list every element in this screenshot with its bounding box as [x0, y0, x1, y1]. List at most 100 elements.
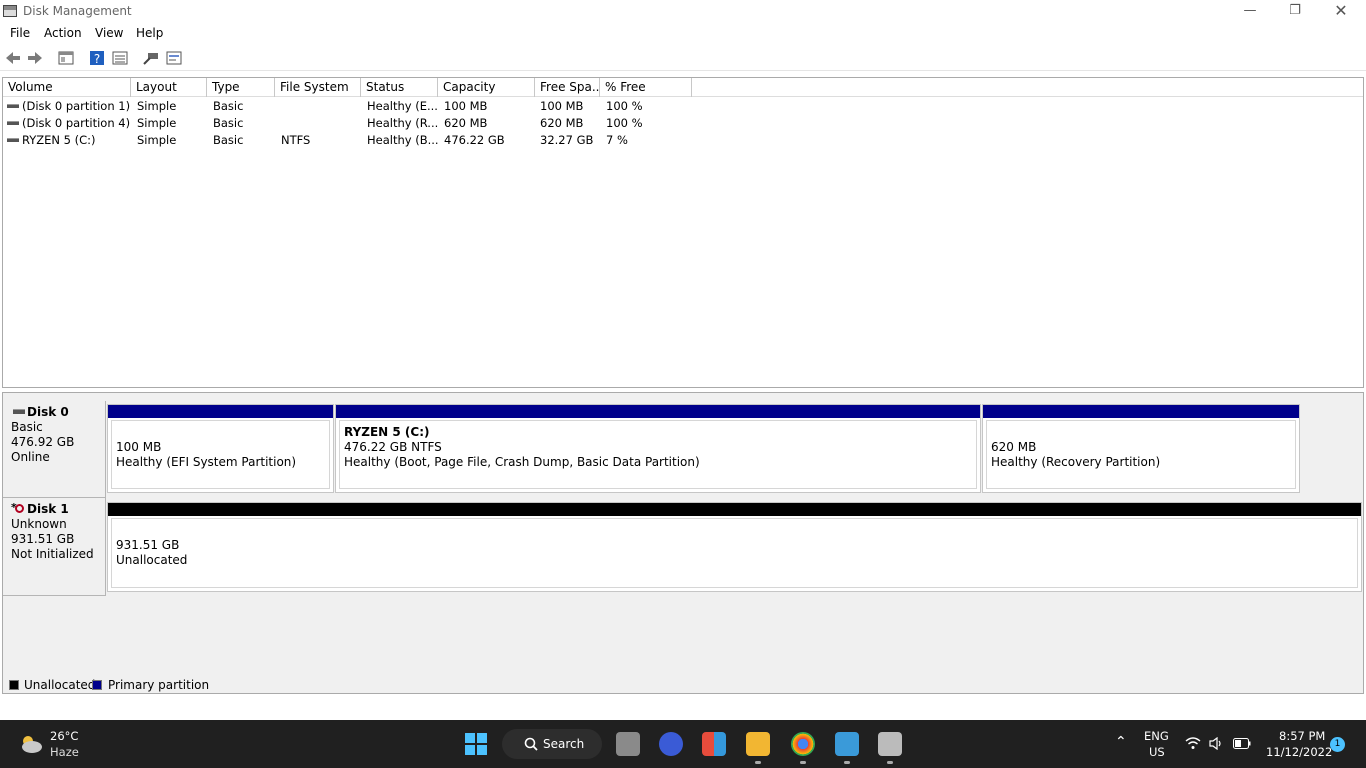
search-icon: [524, 737, 538, 751]
volume-row[interactable]: (Disk 0 partition 4) Simple Basic Health…: [3, 115, 1363, 132]
clock-date[interactable]: 11/12/2022: [1266, 745, 1332, 759]
disk-0-partition-recovery[interactable]: 620 MB Healthy (Recovery Partition): [982, 404, 1300, 493]
disk-0-name: Disk 0: [27, 405, 69, 419]
list-view-icon[interactable]: [112, 50, 128, 66]
volume-type: Basic: [213, 133, 244, 147]
volume-status: Healthy (E...: [367, 99, 438, 113]
column-type[interactable]: Type: [207, 78, 275, 97]
menu-file[interactable]: File: [10, 26, 30, 40]
disk-0-label[interactable]: Disk 0 Basic 476.92 GB Online: [3, 401, 106, 498]
primary-partition-bar: [983, 405, 1299, 418]
column-volume[interactable]: Volume: [3, 78, 131, 97]
running-indicator: [844, 761, 850, 764]
chevron-up-icon[interactable]: ⌃: [1115, 734, 1127, 750]
forward-icon[interactable]: [27, 50, 43, 66]
volume-status: Healthy (B...: [367, 133, 439, 147]
volume-name: (Disk 0 partition 1): [22, 99, 131, 113]
weather-temperature[interactable]: 26°C: [50, 729, 78, 743]
disk-0-partition-c[interactable]: RYZEN 5 (C:) 476.22 GB NTFS Healthy (Boo…: [335, 404, 981, 493]
legend: Unallocated Primary partition: [3, 677, 1363, 693]
volume-free-space: 100 MB: [540, 99, 584, 113]
help-icon[interactable]: ?: [89, 50, 105, 66]
column-capacity[interactable]: Capacity: [438, 78, 535, 97]
disk-management-taskbar-icon[interactable]: [835, 732, 859, 756]
volume-percent-free: 100 %: [606, 116, 643, 130]
menu-action[interactable]: Action: [44, 26, 82, 40]
weather-haze-icon[interactable]: [18, 731, 44, 757]
partition-status: Healthy (Boot, Page File, Crash Dump, Ba…: [344, 455, 700, 469]
volume-icon[interactable]: [1209, 737, 1225, 750]
volume-icon: [7, 104, 19, 108]
language-code[interactable]: ENG: [1144, 729, 1169, 743]
volume-icon: [7, 121, 19, 125]
legend-primary-label: Primary partition: [108, 678, 210, 692]
connect-icon[interactable]: [143, 50, 159, 66]
language-region[interactable]: US: [1149, 745, 1165, 759]
partition-body: 100 MB Healthy (EFI System Partition): [111, 420, 330, 489]
menu-help[interactable]: Help: [136, 26, 163, 40]
menu-bar: File Action View Help: [0, 23, 1366, 45]
file-explorer-icon[interactable]: [746, 732, 770, 756]
computer-management-icon[interactable]: [878, 732, 902, 756]
volume-type: Basic: [213, 116, 244, 130]
minimize-button[interactable]: —: [1227, 0, 1273, 23]
unallocated-bar: [108, 503, 1361, 516]
volume-row[interactable]: (Disk 0 partition 1) Simple Basic Health…: [3, 98, 1363, 115]
partition-body: RYZEN 5 (C:) 476.22 GB NTFS Healthy (Boo…: [339, 420, 977, 489]
partition-name: [991, 425, 1295, 440]
volume-list: Volume Layout Type File System Status Ca…: [2, 77, 1364, 388]
close-button[interactable]: ✕: [1318, 0, 1364, 23]
partition-size: 100 MB: [116, 440, 162, 454]
partition-body: 931.51 GB Unallocated: [111, 518, 1358, 588]
disk-1-label[interactable]: * Disk 1 Unknown 931.51 GB Not Initializ…: [3, 498, 106, 596]
volume-capacity: 476.22 GB: [444, 133, 505, 147]
microsoft-store-icon[interactable]: [702, 732, 726, 756]
running-indicator: [800, 761, 806, 764]
window-title: Disk Management: [23, 4, 132, 18]
partition-body: 620 MB Healthy (Recovery Partition): [986, 420, 1296, 489]
disk-graphical-view: Disk 0 Basic 476.92 GB Online 100 MB Hea…: [2, 392, 1364, 694]
volume-layout: Simple: [137, 116, 177, 130]
volume-name: RYZEN 5 (C:): [22, 133, 96, 147]
disk-1-status: Not Initialized: [11, 547, 94, 561]
list-header: Volume Layout Type File System Status Ca…: [3, 78, 1363, 97]
teams-chat-icon[interactable]: [659, 732, 683, 756]
partition-size: 931.51 GB: [116, 538, 180, 552]
column-file-system[interactable]: File System: [275, 78, 361, 97]
wifi-icon[interactable]: [1185, 737, 1201, 750]
windows-start-icon[interactable]: [464, 732, 488, 756]
search-label: Search: [543, 737, 585, 751]
settings-icon[interactable]: [166, 50, 182, 66]
chrome-icon[interactable]: [791, 732, 815, 756]
disk-1-size: 931.51 GB: [11, 532, 75, 546]
volume-row[interactable]: RYZEN 5 (C:) Simple Basic NTFS Healthy (…: [3, 132, 1363, 149]
volume-free-space: 32.27 GB: [540, 133, 594, 147]
clock-time[interactable]: 8:57 PM: [1279, 729, 1325, 743]
disk-1-type: Unknown: [11, 517, 67, 531]
notification-badge[interactable]: 1: [1330, 737, 1345, 752]
weather-condition[interactable]: Haze: [50, 745, 79, 759]
volume-icon: [7, 138, 19, 142]
menu-view[interactable]: View: [95, 26, 123, 40]
column-free-space[interactable]: Free Spa...: [535, 78, 600, 97]
disk-0-partition-efi[interactable]: 100 MB Healthy (EFI System Partition): [107, 404, 334, 493]
disk-0-size: 476.92 GB: [11, 435, 75, 449]
partition-size: 620 MB: [991, 440, 1037, 454]
disk-1-unallocated-space[interactable]: 931.51 GB Unallocated: [107, 502, 1362, 592]
restore-button[interactable]: ❐: [1272, 0, 1318, 23]
volume-layout: Simple: [137, 99, 177, 113]
taskbar-search[interactable]: Search: [502, 729, 602, 759]
battery-icon[interactable]: [1233, 738, 1251, 749]
disk-0-title: Disk 0: [11, 405, 105, 420]
disk-1-name: Disk 1: [27, 502, 69, 516]
properties-icon[interactable]: [58, 50, 74, 66]
column-layout[interactable]: Layout: [131, 78, 207, 97]
disk-management-app-icon: [3, 5, 17, 17]
task-view-icon[interactable]: [616, 732, 640, 756]
volume-capacity: 620 MB: [444, 116, 488, 130]
column-percent-free[interactable]: % Free: [600, 78, 692, 97]
back-icon[interactable]: [5, 50, 21, 66]
column-status[interactable]: Status: [361, 78, 438, 97]
partition-status: Healthy (Recovery Partition): [991, 455, 1161, 469]
partition-status: Unallocated: [116, 553, 188, 567]
